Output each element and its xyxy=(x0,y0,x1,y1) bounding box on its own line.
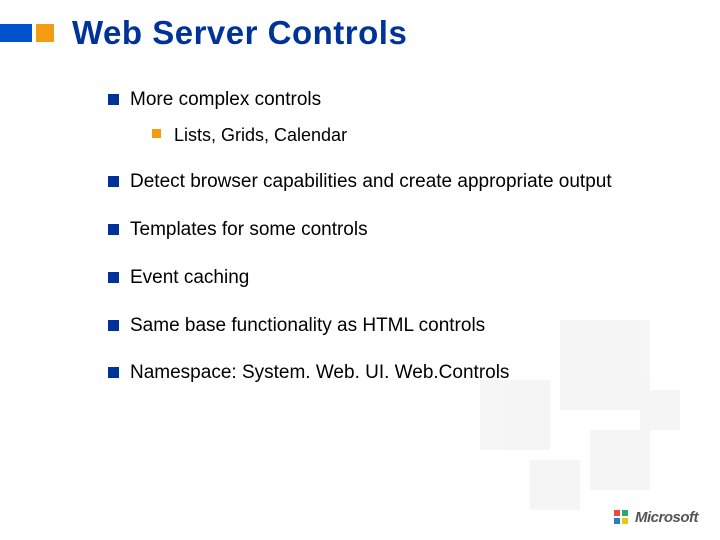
bullet-text: Detect browser capabilities and create a… xyxy=(130,171,612,192)
bullet-text: Event caching xyxy=(130,267,249,288)
bullet-text: More complex controls xyxy=(130,89,321,110)
bullet-item: Templates for some controls xyxy=(108,218,690,242)
bullet-text: Same base functionality as HTML controls xyxy=(130,315,485,336)
bullet-item: Same base functionality as HTML controls xyxy=(108,314,690,338)
sub-bullet-text: Lists, Grids, Calendar xyxy=(174,125,347,145)
bullet-item: Detect browser capabilities and create a… xyxy=(108,170,690,194)
logo-text: Microsoft xyxy=(635,509,698,526)
slide-content: More complex controls Lists, Grids, Cale… xyxy=(108,88,690,385)
bullet-item: Namespace: System. Web. UI. Web.Controls xyxy=(108,361,690,385)
bullet-item: Event caching xyxy=(108,266,690,290)
title-accent-bar xyxy=(0,24,32,42)
bullet-text: Templates for some controls xyxy=(130,219,368,240)
sub-bullet-item: Lists, Grids, Calendar xyxy=(152,124,690,147)
title-area: Web Server Controls xyxy=(0,0,720,52)
bullet-item: More complex controls Lists, Grids, Cale… xyxy=(108,88,690,146)
bullet-text: Namespace: System. Web. UI. Web.Controls xyxy=(130,362,509,383)
microsoft-logo: Microsoft xyxy=(614,509,698,526)
slide-title: Web Server Controls xyxy=(72,14,407,52)
title-bullet-icon xyxy=(36,24,54,42)
